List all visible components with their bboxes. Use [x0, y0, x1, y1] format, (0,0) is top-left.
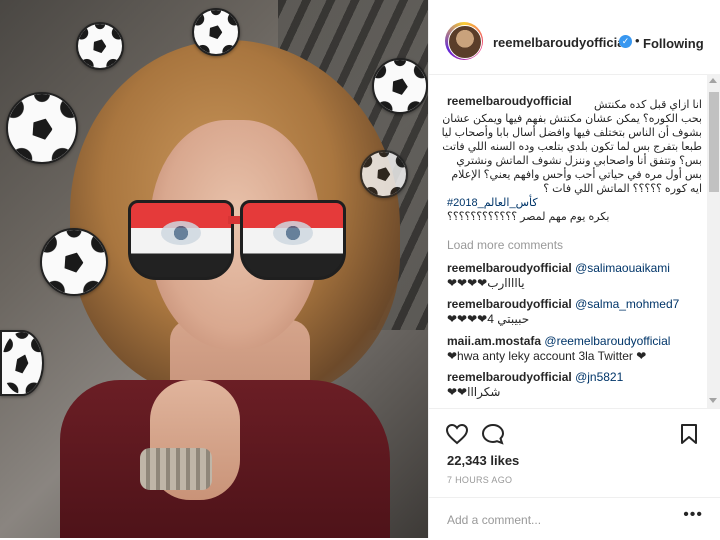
- heart-icon[interactable]: [445, 423, 469, 445]
- comment-username[interactable]: reemelbaroudyofficial: [447, 370, 572, 384]
- post-header: reemelbaroudyofficial ✓ • Following: [429, 0, 720, 75]
- football-sticker: [0, 330, 44, 396]
- comment-mention[interactable]: @salimaouaikami: [575, 261, 670, 275]
- comment-username[interactable]: maii.am.mostafa: [447, 334, 541, 348]
- flag-glasses-filter: [128, 200, 346, 280]
- comment-icon[interactable]: [481, 423, 505, 445]
- caption-hashtag[interactable]: #كأس_العالم_2018: [447, 196, 702, 210]
- add-comment-input[interactable]: Add a comment...: [447, 513, 541, 527]
- football-sticker: [40, 228, 108, 296]
- football-sticker: [360, 150, 408, 198]
- caption-line: انا ازاي قبل كده مكنتش: [593, 99, 702, 111]
- caption-line: بحب الكوره؟ يمكن عشان مكنتش بفهم فيها وي…: [442, 113, 702, 125]
- caption-line: طبعا بتفرج بس لما تكون بلدي بتلعب وده ال…: [442, 141, 702, 153]
- lens-left: [128, 200, 234, 280]
- caption-line: بكره يوم مهم لمصر ؟؟؟؟؟؟؟؟؟؟؟؟: [447, 211, 610, 223]
- verified-badge-icon: ✓: [619, 35, 632, 48]
- comment-item: reemelbaroudyofficial @salimaouaikami ❤❤…: [447, 261, 702, 291]
- caption-line: ايه كوره ؟؟؟؟؟ الماتش اللي فات ؟: [543, 183, 702, 195]
- caption-line: بس؟ وتتفق أنا واصحابي وننزل نشوف الماتش …: [456, 155, 702, 167]
- likes-count[interactable]: 22,343 likes: [447, 453, 519, 468]
- scroll-down-arrow-icon[interactable]: [709, 398, 717, 403]
- more-options-icon[interactable]: •••: [683, 506, 703, 524]
- comment-mention[interactable]: @salma_mohmed7: [575, 297, 679, 311]
- bookmark-icon[interactable]: [679, 423, 699, 445]
- separator-dot: •: [635, 33, 640, 48]
- comment-text: ❤❤❤❤يااااارب: [447, 276, 525, 290]
- following-button[interactable]: Following: [643, 36, 704, 51]
- photo-watch: [140, 448, 212, 490]
- comment-username[interactable]: reemelbaroudyofficial: [447, 261, 572, 275]
- comment-mention[interactable]: @reemelbaroudyofficial: [544, 334, 670, 348]
- comment-item: reemelbaroudyofficial @jn5821 ❤❤شكرااا: [447, 370, 702, 400]
- football-sticker: [192, 8, 240, 56]
- load-more-comments-link[interactable]: Load more comments: [447, 238, 563, 252]
- post-sidebar: reemelbaroudyofficial ✓ • Following reem…: [428, 0, 720, 538]
- post-timestamp[interactable]: 7 HOURS AGO: [447, 475, 512, 485]
- header-username[interactable]: reemelbaroudyofficial: [493, 35, 628, 50]
- comment-text: ❤hwa anty leky account 3la Twitter ❤: [447, 349, 647, 363]
- caption-line: بشوف أن الناس بتختلف فيها وافضل أسال باب…: [441, 127, 702, 139]
- scrollbar-thumb[interactable]: [709, 92, 719, 192]
- comment-item: maii.am.mostafa @reemelbaroudyofficial ❤…: [447, 334, 702, 364]
- comment-text: ❤❤شكرااا: [447, 385, 501, 399]
- lens-right: [240, 200, 346, 280]
- post-actions: 22,343 likes 7 HOURS AGO Add a comment..…: [429, 408, 720, 539]
- scroll-up-arrow-icon[interactable]: [709, 78, 717, 83]
- football-sticker: [76, 22, 124, 70]
- football-sticker: [6, 92, 78, 164]
- avatar[interactable]: [445, 22, 483, 60]
- football-sticker: [372, 58, 428, 114]
- comment-text: ❤❤❤❤حبيبتي 4: [447, 312, 530, 326]
- add-comment-bar: Add a comment... •••: [429, 497, 720, 540]
- caption-line: بس أول مره في حياتي أحب وأحس وافهم يعني؟…: [451, 169, 702, 181]
- comment-item: reemelbaroudyofficial @salma_mohmed7 ❤❤❤…: [447, 297, 702, 327]
- comment-username[interactable]: reemelbaroudyofficial: [447, 297, 572, 311]
- post-photo[interactable]: [0, 0, 428, 538]
- comment-mention[interactable]: @jn5821: [575, 370, 623, 384]
- instagram-post-view: reemelbaroudyofficial ✓ • Following reem…: [0, 0, 720, 538]
- comments-list[interactable]: reemelbaroudyofficial انا ازاي قبل كده م…: [429, 74, 720, 408]
